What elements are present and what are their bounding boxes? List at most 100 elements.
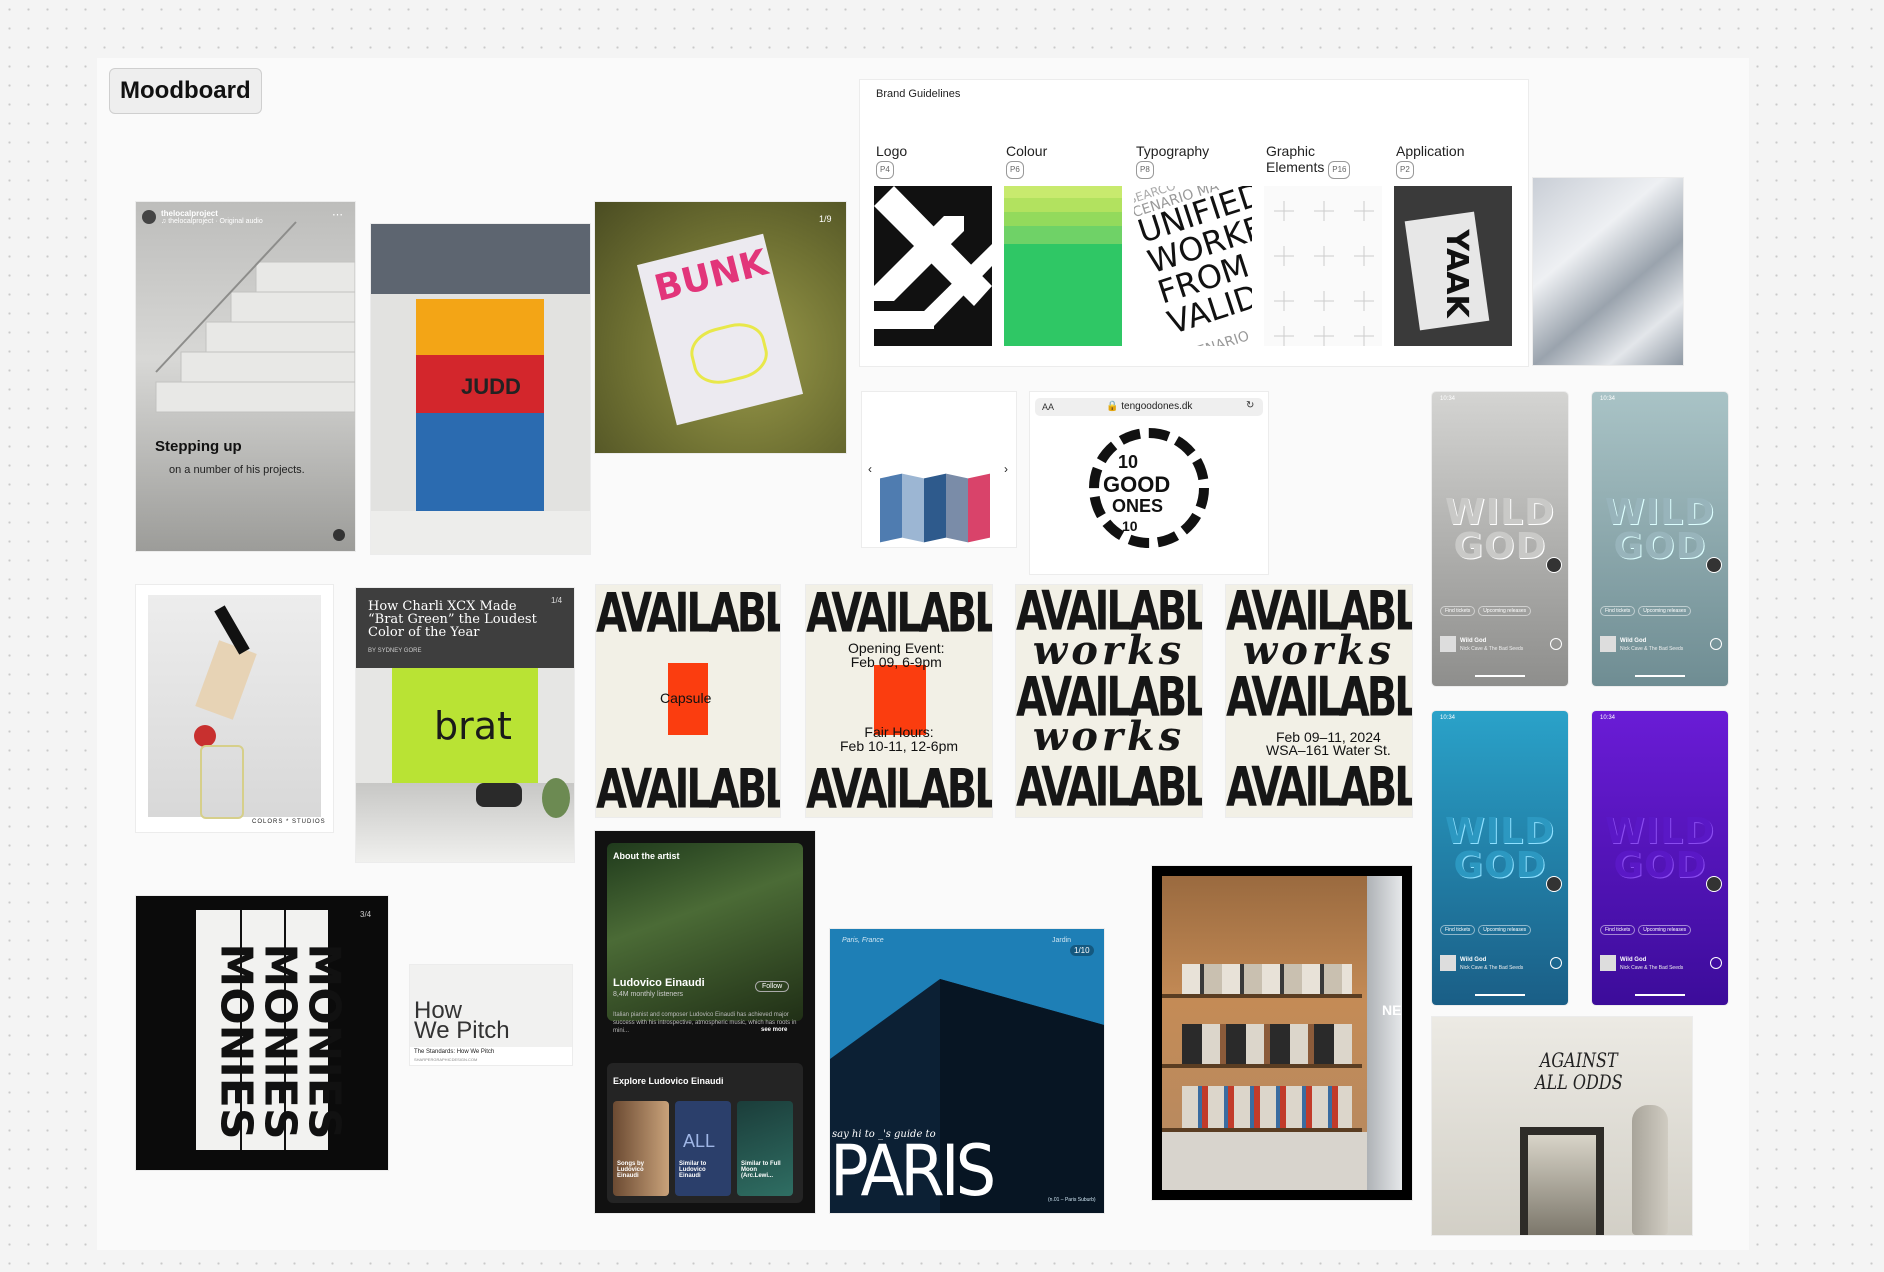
logo-mark-icon — [874, 186, 992, 329]
magazine: BUNK — [636, 233, 804, 426]
judd-wordmark: JUDD — [461, 374, 521, 399]
explore-tile[interactable]: ALL Similar to Ludovico Einaudi — [675, 1101, 731, 1196]
status-time: 10:34 — [1600, 396, 1616, 402]
artist-name: Ludovico Einaudi — [613, 977, 705, 989]
url-bar[interactable]: 🔒 tengoodones.dk — [1106, 401, 1192, 412]
artist-avatar[interactable] — [1546, 876, 1562, 892]
add-icon[interactable] — [1710, 638, 1722, 650]
plus-grid-icon — [1274, 201, 1374, 346]
logo-line: 10 — [1122, 518, 1138, 534]
home-indicator — [1475, 994, 1525, 996]
album-art — [1440, 955, 1456, 971]
bunk-photo[interactable]: BUNK 1/9 — [595, 202, 846, 453]
phone-actions[interactable]: Find tickets Upcoming releases — [1440, 925, 1534, 935]
track-title: Wild God — [1460, 957, 1487, 963]
paris-footer: (n.01 – Paris Suburb) — [1048, 1197, 1096, 1203]
book-image — [880, 473, 1000, 547]
logo-line: ONES — [1112, 496, 1164, 516]
post-headline: Stepping up — [155, 438, 242, 455]
reader-mode-button[interactable]: AA — [1042, 402, 1054, 412]
opening-event-text: Opening Event: Feb 09, 6-9pm — [848, 640, 945, 670]
explore-tile[interactable]: Similar to Full Moon (Arc.Lewi... — [737, 1101, 793, 1196]
phone-actions[interactable]: Find tickets Upcoming releases — [1440, 606, 1534, 616]
fair-hours-text: Fair Hours: Feb 10-11, 12-6pm — [840, 724, 959, 754]
bookstore-photo[interactable]: NE — [1152, 866, 1412, 1200]
artist-avatar[interactable] — [1706, 876, 1722, 892]
poster-script: works — [1032, 713, 1186, 760]
paris-wordmark: PARIS — [830, 1131, 996, 1213]
brat-article[interactable]: 1/4 How Charli XCX Made “Brat Green” the… — [356, 588, 574, 862]
wild-god-phone-4[interactable]: 10:34 WILD GOD Find tickets Upcoming relea… — [1592, 711, 1728, 1005]
see-more-link[interactable]: see more — [761, 1027, 787, 1033]
localproject-post[interactable]: thelocalproject ♫ thelocalproject · Orig… — [136, 202, 355, 551]
wild-god-title: WILD GOD — [1445, 492, 1555, 567]
add-icon[interactable] — [1550, 957, 1562, 969]
colors-footer: COLORS * STUDIOS — [252, 819, 326, 825]
poster-headline: AVAILABLE — [1226, 756, 1412, 817]
poster-headline: AVAILABLE — [596, 758, 780, 817]
poster-dates-text: Feb 09–11, 2024 WSA–161 Water St. — [1266, 729, 1391, 758]
accordion-book-card[interactable]: ‹ › — [862, 392, 1016, 547]
explore-heading: Explore Ludovico Einaudi — [613, 1076, 724, 1086]
explore-tile[interactable]: Songs by Ludovico Einaudi — [613, 1101, 669, 1196]
follow-button[interactable]: Follow — [755, 981, 790, 992]
brand-guidelines-heading: Brand Guidelines — [876, 88, 961, 100]
pitch-title: How We Pitch — [414, 997, 510, 1044]
fabric-photo[interactable] — [1533, 178, 1683, 365]
paris-guide[interactable]: Paris, France Jardin 1/10 say hi to _'s … — [830, 929, 1104, 1213]
poster-headline: AVAILABLE — [1016, 756, 1202, 817]
mute-icon[interactable] — [333, 529, 345, 541]
wild-god-title: WILD GOD — [1445, 811, 1555, 886]
chevron-right-icon[interactable]: › — [1004, 462, 1008, 476]
about-heading: About the artist — [613, 851, 680, 861]
account-name: thelocalproject — [161, 209, 218, 218]
wild-god-phone-2[interactable]: 10:34 WILD GOD Find tickets Upcoming relea… — [1592, 392, 1728, 686]
logo-tile[interactable] — [874, 186, 992, 346]
album-art — [1600, 955, 1616, 971]
wild-god-title: WILD GOD — [1605, 811, 1715, 886]
wild-god-phone-1[interactable]: 10:34 WILD GOD Find tickets Upcoming relea… — [1432, 392, 1568, 686]
colour-tile[interactable] — [1004, 186, 1122, 346]
pitch-caption: The Standards: How We Pitch — [414, 1049, 495, 1055]
judd-photo[interactable]: JUDD — [371, 224, 590, 554]
post-subline: on a number of his projects. — [169, 464, 305, 476]
track-artist: Nick Cave & The Bad Seeds — [1460, 646, 1524, 652]
store-sign: NE — [1382, 1002, 1402, 1018]
phone-actions[interactable]: Find tickets Upcoming releases — [1600, 925, 1694, 935]
bg-label-logo: Logo P4 — [876, 143, 907, 179]
billboard-text: brat — [434, 704, 512, 748]
artist-avatar[interactable] — [1546, 557, 1562, 573]
monies-poster[interactable]: 3/4 MONIES MONIES MONIES — [136, 896, 388, 1170]
frame-title[interactable]: Moodboard — [109, 68, 262, 114]
browser-screenshot[interactable]: AA 🔒 tengoodones.dk ↻ 10 GOOD ONES 10 — [1030, 392, 1268, 574]
available-poster-capsule[interactable]: AVAILABLE Capsule AVAILABLE — [596, 585, 780, 817]
bg-label-graphic-elements: Graphic Elements P16 — [1266, 143, 1352, 179]
application-tile[interactable]: YAAK — [1394, 186, 1512, 346]
track-title: Wild God — [1620, 638, 1647, 644]
einaudi-spotify[interactable]: About the artist Ludovico Einaudi 8,4M m… — [595, 831, 815, 1213]
add-icon[interactable] — [1710, 957, 1722, 969]
available-poster-opening[interactable]: AVAILABLE Opening Event:Feb 09, 6-9pm Fa… — [806, 585, 992, 817]
monies-word: MONIES — [298, 943, 350, 1140]
monthly-listeners: 8,4M monthly listeners — [613, 991, 684, 998]
wild-god-phone-3[interactable]: 10:34 WILD GOD Find tickets Upcoming relea… — [1432, 711, 1568, 1005]
artist-avatar[interactable] — [1706, 557, 1722, 573]
more-icon[interactable]: ⋯ — [332, 208, 343, 221]
how-we-pitch-card[interactable]: How We Pitch The Standards: How We Pitch … — [410, 965, 572, 1065]
track-title: Wild God — [1460, 638, 1487, 644]
statue — [1632, 1105, 1668, 1235]
graphic-elements-tile[interactable] — [1264, 186, 1382, 346]
add-icon[interactable] — [1550, 638, 1562, 650]
chevron-left-icon[interactable]: ‹ — [868, 462, 872, 476]
available-poster-works[interactable]: AVAILABLE works AVAILABLE works AVAILABL… — [1016, 585, 1202, 817]
status-time: 10:34 — [1440, 715, 1456, 721]
available-poster-dates[interactable]: AVAILABLE works AVAILABLE Feb 09–11, 202… — [1226, 585, 1412, 817]
against-all-odds-photo[interactable]: AGAINST ALL ODDS — [1432, 1017, 1692, 1235]
reload-icon[interactable]: ↻ — [1246, 400, 1254, 411]
audio-label: ♫ thelocalproject · Original audio — [161, 218, 263, 225]
exhibition-title: AGAINST ALL ODDS — [1534, 1048, 1623, 1094]
article-byline: BY SYDNEY GORE — [368, 648, 422, 654]
typography-tile[interactable]: SEARCO CENARIO MA UNIFIED WORKFLOW FROM … — [1134, 186, 1252, 346]
phone-actions[interactable]: Find tickets Upcoming releases — [1600, 606, 1694, 616]
colors-studios-photo[interactable]: COLORS * STUDIOS — [136, 585, 333, 832]
